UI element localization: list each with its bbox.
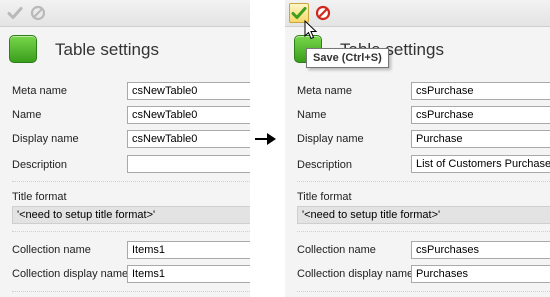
checkmark-icon — [291, 7, 307, 19]
collection-display-name-label: Collection display name — [297, 268, 414, 280]
name-field[interactable]: csNewTable0 — [127, 106, 250, 124]
title-format-label: Title format — [12, 191, 67, 203]
title-format-field[interactable]: '<need to setup title format>' — [12, 206, 250, 224]
collection-name-field[interactable]: csPurchases — [411, 241, 550, 259]
toolbar — [285, 0, 550, 27]
description-label: Description — [12, 159, 68, 171]
divider — [297, 231, 550, 232]
save-button[interactable] — [5, 3, 25, 23]
checkmark-icon — [7, 7, 23, 19]
title-format-field[interactable]: '<need to setup title format>' — [297, 206, 550, 224]
divider — [297, 181, 550, 182]
name-label: Name — [12, 109, 42, 121]
arrow-right-icon — [255, 133, 276, 145]
display-name-field[interactable]: csNewTable0 — [127, 130, 250, 148]
collection-display-name-field[interactable]: Items1 — [127, 265, 250, 283]
mouse-pointer-icon — [304, 20, 318, 40]
collection-name-label: Collection name — [12, 244, 91, 256]
divider — [12, 231, 250, 232]
meta-name-field[interactable]: csNewTable0 — [127, 82, 250, 100]
collection-display-name-label: Collection display name — [12, 268, 129, 280]
divider — [12, 181, 250, 182]
table-settings-panel-before: Table settings Meta name csNewTable0 Nam… — [0, 0, 250, 297]
save-tooltip: Save (Ctrl+S) — [306, 48, 389, 68]
description-field[interactable] — [127, 155, 250, 173]
display-name-field[interactable]: Purchase — [411, 130, 550, 148]
collection-display-name-field[interactable]: Purchases — [411, 265, 550, 283]
cancel-button[interactable] — [28, 3, 48, 23]
cancel-icon — [30, 5, 46, 21]
collection-name-label: Collection name — [297, 244, 376, 256]
display-name-label: Display name — [297, 133, 364, 145]
meta-name-label: Meta name — [12, 85, 68, 97]
name-label: Name — [297, 109, 327, 121]
meta-name-field[interactable]: csPurchase — [411, 82, 550, 100]
title-format-label: Title format — [297, 191, 352, 203]
toolbar — [0, 0, 250, 27]
table-icon — [9, 35, 37, 63]
divider — [12, 291, 250, 292]
display-name-label: Display name — [12, 133, 79, 145]
name-field[interactable]: csPurchase — [411, 106, 550, 124]
description-label: Description — [297, 159, 353, 171]
collection-name-field[interactable]: Items1 — [127, 241, 250, 259]
meta-name-label: Meta name — [297, 85, 353, 97]
table-settings-panel-after: Table settings Meta name csPurchase Name… — [285, 0, 550, 297]
divider — [297, 291, 550, 292]
description-field[interactable]: List of Customers Purchases — [411, 155, 550, 173]
cancel-icon — [315, 5, 331, 21]
page-title: Table settings — [55, 40, 159, 59]
